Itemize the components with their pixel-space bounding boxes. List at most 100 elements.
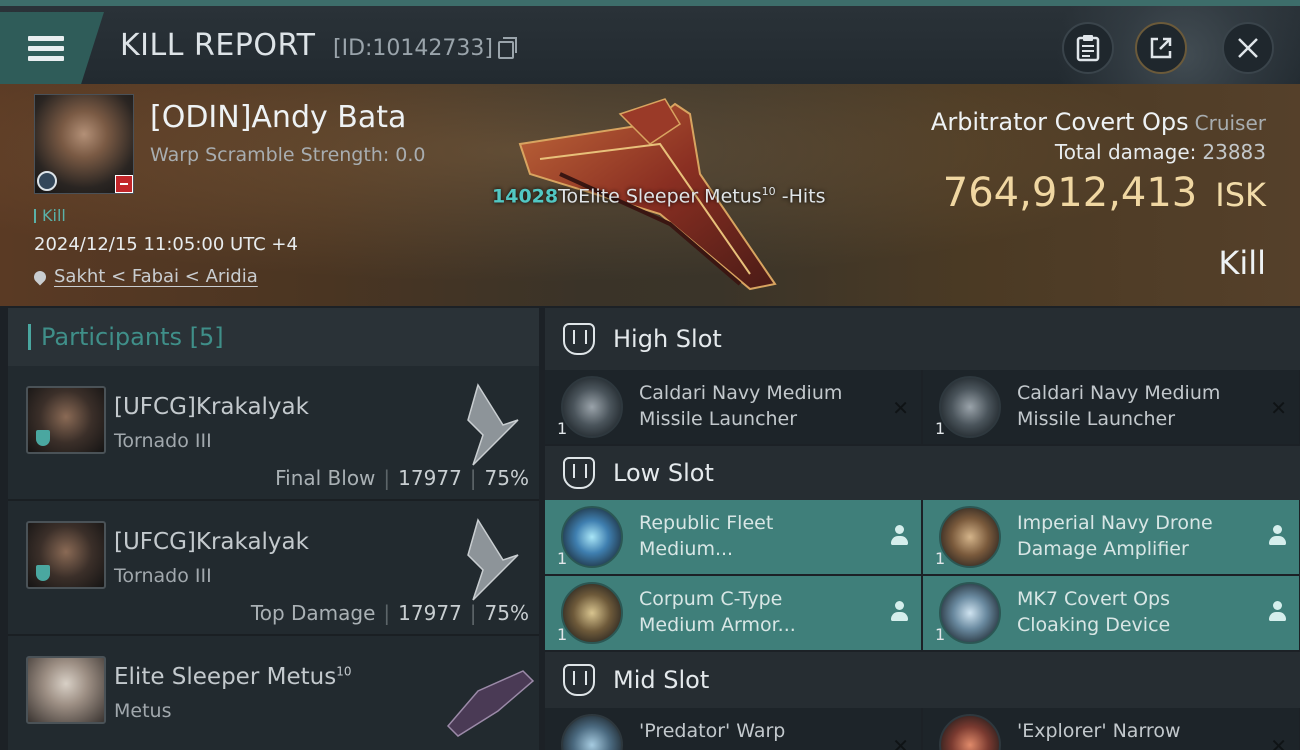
high-slot-icon [563,323,595,355]
participant-name: [UFCG]Krakalyak [114,529,309,555]
warp-scramble-strength: Warp Scramble Strength: 0.0 [150,144,426,166]
corporation-icon [37,171,57,191]
participants-count: [5] [189,323,224,351]
probe-launcher-icon [939,714,1001,750]
fitting-panel: High Slot 1 Caldari Navy Medium Missile L… [545,308,1300,750]
hits-number: 14028 [492,185,559,208]
high-slot-header: High Slot [545,308,1300,370]
participant-row[interactable]: [UFCG]Krakalyak Tornado III Final Blow | 1… [8,366,539,501]
mid-slot-icon [563,664,595,696]
destroyed-x-icon: ✕ [1270,734,1287,750]
participant-role: Top Damage [250,601,376,625]
item-name: 'Predator' Warp [639,720,786,742]
warp-disruptor-icon [561,714,623,750]
item-quantity: 1 [935,625,946,644]
victim-name[interactable]: [ODIN]Andy Bata [150,100,406,135]
participants-label: Participants [41,323,182,351]
hits-target-level: 10 [761,185,776,198]
low-slot-icon [563,457,595,489]
participant-avatar[interactable] [26,386,106,454]
ship-name: Arbitrator Covert Ops [930,108,1189,136]
slot-item[interactable]: 1 Imperial Navy Drone Damage Amplifier [923,500,1299,574]
total-damage: Total damage: 23883 [1055,140,1266,164]
total-damage-value: 23883 [1202,140,1266,164]
participant-ship: Metus [114,700,172,722]
item-name: Caldari Navy Medium Missile Launcher [639,382,843,430]
armor-module-icon [561,506,623,568]
menu-button[interactable] [0,12,104,84]
menu-icon [28,31,64,66]
dropped-user-icon [1269,525,1286,547]
hits-target: Elite Sleeper Metus [578,185,762,208]
share-button[interactable] [1135,22,1187,74]
cloaking-device-icon [939,582,1001,644]
slot-item[interactable]: 1 Caldari Navy Medium Missile Launcher ✕ [923,370,1299,444]
item-quantity: 1 [935,549,946,568]
tornado-ship-icon [467,518,519,601]
participant-ship: Tornado III [114,430,212,452]
item-name: Imperial Navy Drone Damage Amplifier [1017,512,1213,560]
participant-row[interactable]: [UFCG]Krakalyak Tornado III Top Damage | 1… [8,501,539,636]
victim-avatar[interactable] [34,94,134,194]
item-quantity: 1 [557,625,568,644]
item-quantity: 1 [557,549,568,568]
clipboard-icon [1076,35,1100,62]
dropped-user-icon [1269,601,1286,623]
item-name: Republic Fleet Medium... [639,512,774,560]
minus-badge-icon [115,175,133,193]
report-outcome: Kill [1218,244,1266,282]
isk-unit: ISK [1215,176,1266,214]
armor-rig-icon [561,582,623,644]
copy-icon[interactable] [498,37,517,59]
location-link[interactable]: Sakht < Fabai < Aridia [54,266,258,287]
participant-role: Final Blow [275,466,376,490]
mid-slot-label: Mid Slot [613,666,710,694]
slot-item[interactable]: 1 'Explorer' Narrow ✕ [923,708,1299,750]
slot-item[interactable]: 1 'Predator' Warp ✕ [545,708,921,750]
clipboard-button[interactable] [1062,22,1114,74]
item-name: MK7 Covert Ops Cloaking Device [1017,588,1171,636]
slot-item[interactable]: 1 Republic Fleet Medium... [545,500,921,574]
destroyed-x-icon: ✕ [1270,396,1287,420]
missile-launcher-icon [561,376,623,438]
participant-name-text: Elite Sleeper Metus [114,664,337,690]
participant-row[interactable]: Elite Sleeper Metus10 Metus [8,636,539,750]
slot-item[interactable]: 1 Corpum C-Type Medium Armor... [545,576,921,650]
participant-avatar[interactable] [26,656,106,724]
slot-item[interactable]: 1 MK7 Covert Ops Cloaking Device [923,576,1299,650]
low-slot-label: Low Slot [613,459,714,487]
isk-amount: 764,912,413 [942,170,1198,216]
report-id: [ID:10142733] [333,36,493,61]
victim-banner: [ODIN]Andy Bata Warp Scramble Strength: … [0,84,1300,306]
location-pin-icon [31,268,49,286]
slot-item[interactable]: 1 Caldari Navy Medium Missile Launcher ✕ [545,370,921,444]
ship-class: Cruiser [1194,111,1266,135]
top-bar: KILL REPORT [ID:10142733] [0,0,1300,90]
high-slot-label: High Slot [613,325,722,353]
page-title: KILL REPORT [120,28,316,63]
kill-datetime: 2024/12/15 11:05:00 UTC +4 [34,234,298,255]
item-quantity: 1 [557,419,568,438]
item-name: Caldari Navy Medium Missile Launcher [1017,382,1221,430]
participants-header[interactable]: Participants [5] [8,308,539,366]
participant-avatar[interactable] [26,521,106,589]
participant-name: Elite Sleeper Metus10 [114,664,351,690]
close-button[interactable] [1222,22,1274,74]
destroyed-x-icon: ✕ [892,396,909,420]
metus-ship-icon [446,670,535,737]
participants-panel: Participants [5] [UFCG]Krakalyak Tornado… [8,308,539,750]
hits-suffix: -Hits [775,185,826,208]
shield-icon [36,430,50,446]
shield-icon [36,565,50,581]
kill-tag: Kill [34,206,66,225]
kill-location[interactable]: Sakht < Fabai < Aridia [31,266,258,287]
dropped-user-icon [891,601,908,623]
participant-ship: Tornado III [114,565,212,587]
isk-value: 764,912,413 ISK [943,170,1266,216]
participant-name: [UFCG]Krakalyak [114,394,309,420]
item-name: 'Explorer' Narrow [1017,720,1181,742]
low-slot-header: Low Slot [545,446,1300,500]
mid-slot-header: Mid Slot [545,652,1300,708]
victim-ship[interactable]: Arbitrator Covert Ops Cruiser [931,108,1266,136]
item-quantity: 1 [935,419,946,438]
